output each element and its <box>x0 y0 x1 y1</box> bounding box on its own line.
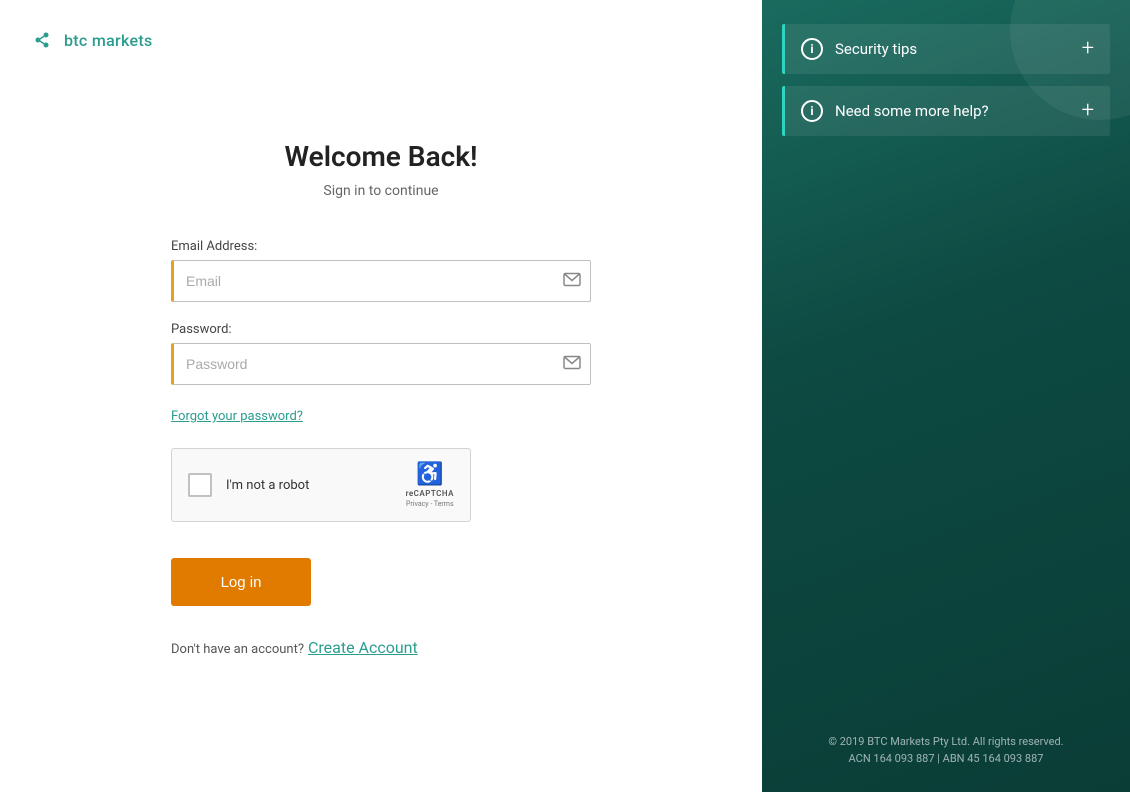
security-tips-accordion[interactable]: i Security tips + <box>782 24 1110 74</box>
create-account-row: Don't have an account? Create Account <box>171 638 591 657</box>
welcome-title: Welcome Back! <box>285 140 478 173</box>
forgot-password-link[interactable]: Forgot your password? <box>171 409 303 424</box>
recaptcha-checkbox[interactable] <box>188 473 212 497</box>
sign-in-subtitle: Sign in to continue <box>323 183 438 199</box>
login-button[interactable]: Log in <box>171 558 311 606</box>
form-area: Welcome Back! Sign in to continue Email … <box>0 80 762 792</box>
login-form: Email Address: Password: <box>171 239 591 657</box>
logo-area: btc markets <box>0 0 762 80</box>
more-help-label: Need some more help? <box>835 102 1070 120</box>
footer-line2: ACN 164 093 887 | ABN 45 164 093 887 <box>782 750 1110 768</box>
password-input[interactable] <box>171 343 591 385</box>
recaptcha-widget[interactable]: I'm not a robot ♿ reCAPTCHA Privacy - Te… <box>171 448 471 522</box>
more-help-accordion[interactable]: i Need some more help? + <box>782 86 1110 136</box>
right-panel: i Security tips + i Need some more help?… <box>762 0 1130 792</box>
recaptcha-brand: reCAPTCHA <box>406 489 454 498</box>
more-help-info-icon: i <box>801 100 823 122</box>
create-account-link[interactable]: Create Account <box>308 638 418 657</box>
security-tips-info-icon: i <box>801 38 823 60</box>
email-label: Email Address: <box>171 239 591 254</box>
recaptcha-label: I'm not a robot <box>226 478 392 493</box>
security-tips-plus-icon: + <box>1082 38 1094 60</box>
btc-logo-icon <box>32 28 56 52</box>
security-tips-label: Security tips <box>835 40 1070 58</box>
password-label: Password: <box>171 322 591 337</box>
left-panel: btc markets Welcome Back! Sign in to con… <box>0 0 762 792</box>
recaptcha-links: Privacy - Terms <box>406 500 454 508</box>
password-input-wrapper <box>171 343 591 385</box>
email-input[interactable] <box>171 260 591 302</box>
logo-text: btc markets <box>64 31 153 50</box>
email-input-wrapper <box>171 260 591 302</box>
recaptcha-logo-icon: ♿ <box>416 462 443 487</box>
footer-line1: © 2019 BTC Markets Pty Ltd. All rights r… <box>782 733 1110 751</box>
right-footer: © 2019 BTC Markets Pty Ltd. All rights r… <box>782 733 1110 768</box>
password-icon <box>563 355 581 374</box>
no-account-text: Don't have an account? <box>171 642 304 657</box>
recaptcha-logo-area: ♿ reCAPTCHA Privacy - Terms <box>406 462 454 508</box>
more-help-plus-icon: + <box>1082 100 1094 122</box>
email-icon <box>563 272 581 291</box>
